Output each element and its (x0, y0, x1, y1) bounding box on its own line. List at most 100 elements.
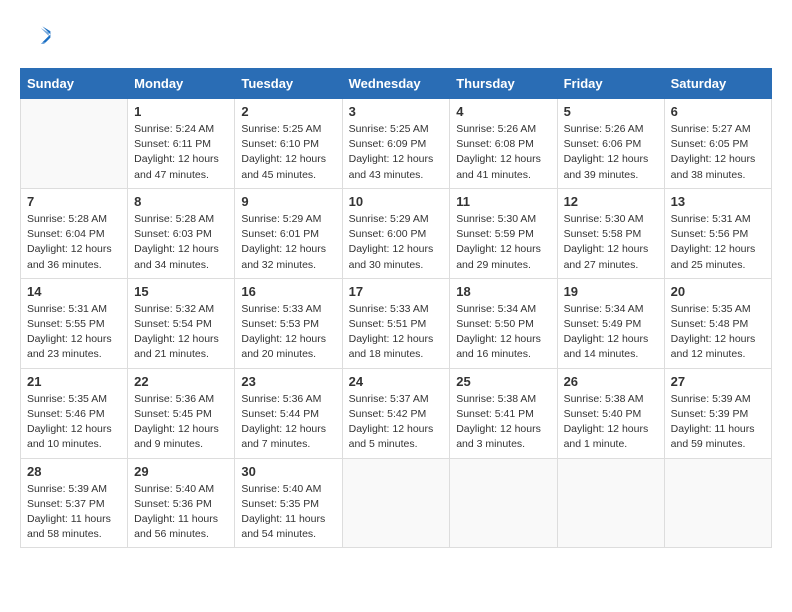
day-number: 19 (564, 284, 658, 299)
day-info: Sunrise: 5:33 AMSunset: 5:53 PMDaylight:… (241, 302, 335, 363)
day-info: Sunrise: 5:35 AMSunset: 5:48 PMDaylight:… (671, 302, 765, 363)
weekday-header-monday: Monday (128, 69, 235, 99)
weekday-header-saturday: Saturday (664, 69, 771, 99)
calendar-cell (342, 458, 450, 548)
day-info: Sunrise: 5:40 AMSunset: 5:36 PMDaylight:… (134, 482, 228, 543)
day-info: Sunrise: 5:34 AMSunset: 5:50 PMDaylight:… (456, 302, 550, 363)
calendar-cell: 6 Sunrise: 5:27 AMSunset: 6:05 PMDaylight… (664, 99, 771, 189)
day-info: Sunrise: 5:32 AMSunset: 5:54 PMDaylight:… (134, 302, 228, 363)
day-info: Sunrise: 5:26 AMSunset: 6:08 PMDaylight:… (456, 122, 550, 183)
day-info: Sunrise: 5:25 AMSunset: 6:09 PMDaylight:… (349, 122, 444, 183)
week-row-2: 14Sunrise: 5:31 AMSunset: 5:55 PMDayligh… (21, 278, 772, 368)
week-row-1: 7 Sunrise: 5:28 AMSunset: 6:04 PMDaylight… (21, 188, 772, 278)
day-number: 18 (456, 284, 550, 299)
calendar-cell (557, 458, 664, 548)
week-row-0: 1 Sunrise: 5:24 AMSunset: 6:11 PMDaylight… (21, 99, 772, 189)
calendar-cell: 7 Sunrise: 5:28 AMSunset: 6:04 PMDaylight… (21, 188, 128, 278)
calendar-cell: 10Sunrise: 5:29 AMSunset: 6:00 PMDayligh… (342, 188, 450, 278)
calendar-header: SundayMondayTuesdayWednesdayThursdayFrid… (21, 69, 772, 99)
calendar-cell (664, 458, 771, 548)
weekday-row: SundayMondayTuesdayWednesdayThursdayFrid… (21, 69, 772, 99)
day-number: 6 (671, 104, 765, 119)
calendar-cell: 8 Sunrise: 5:28 AMSunset: 6:03 PMDaylight… (128, 188, 235, 278)
day-info: Sunrise: 5:29 AMSunset: 6:01 PMDaylight:… (241, 212, 335, 273)
day-info: Sunrise: 5:39 AMSunset: 5:37 PMDaylight:… (27, 482, 121, 543)
day-number: 26 (564, 374, 658, 389)
day-number: 16 (241, 284, 335, 299)
week-row-3: 21Sunrise: 5:35 AMSunset: 5:46 PMDayligh… (21, 368, 772, 458)
calendar-cell: 12 Sunrise: 5:30 AMSunset: 5:58 PMDayligh… (557, 188, 664, 278)
day-number: 12 (564, 194, 658, 209)
day-number: 30 (241, 464, 335, 479)
calendar-cell: 19 Sunrise: 5:34 AMSunset: 5:49 PMDayligh… (557, 278, 664, 368)
weekday-header-sunday: Sunday (21, 69, 128, 99)
day-info: Sunrise: 5:38 AMSunset: 5:40 PMDaylight:… (564, 392, 658, 453)
day-info: Sunrise: 5:36 AMSunset: 5:45 PMDaylight:… (134, 392, 228, 453)
day-number: 17 (349, 284, 444, 299)
weekday-header-wednesday: Wednesday (342, 69, 450, 99)
day-number: 28 (27, 464, 121, 479)
day-info: Sunrise: 5:25 AMSunset: 6:10 PMDaylight:… (241, 122, 335, 183)
calendar-cell: 5 Sunrise: 5:26 AMSunset: 6:06 PMDaylight… (557, 99, 664, 189)
logo-icon (20, 20, 52, 52)
day-info: Sunrise: 5:24 AMSunset: 6:11 PMDaylight:… (134, 122, 228, 183)
day-number: 23 (241, 374, 335, 389)
day-info: Sunrise: 5:34 AMSunset: 5:49 PMDaylight:… (564, 302, 658, 363)
calendar-cell: 24 Sunrise: 5:37 AMSunset: 5:42 PMDayligh… (342, 368, 450, 458)
calendar-cell: 17Sunrise: 5:33 AMSunset: 5:51 PMDayligh… (342, 278, 450, 368)
calendar-cell: 2 Sunrise: 5:25 AMSunset: 6:10 PMDaylight… (235, 99, 342, 189)
day-number: 27 (671, 374, 765, 389)
calendar-cell: 23 Sunrise: 5:36 AMSunset: 5:44 PMDayligh… (235, 368, 342, 458)
day-info: Sunrise: 5:39 AMSunset: 5:39 PMDaylight:… (671, 392, 765, 453)
calendar-cell: 15 Sunrise: 5:32 AMSunset: 5:54 PMDayligh… (128, 278, 235, 368)
calendar-cell: 30 Sunrise: 5:40 AMSunset: 5:35 PMDayligh… (235, 458, 342, 548)
calendar-cell: 25 Sunrise: 5:38 AMSunset: 5:41 PMDayligh… (450, 368, 557, 458)
day-number: 29 (134, 464, 228, 479)
calendar-cell: 4 Sunrise: 5:26 AMSunset: 6:08 PMDaylight… (450, 99, 557, 189)
calendar-cell: 28 Sunrise: 5:39 AMSunset: 5:37 PMDayligh… (21, 458, 128, 548)
day-number: 8 (134, 194, 228, 209)
page-header (20, 20, 772, 52)
calendar-cell: 3 Sunrise: 5:25 AMSunset: 6:09 PMDaylight… (342, 99, 450, 189)
day-info: Sunrise: 5:26 AMSunset: 6:06 PMDaylight:… (564, 122, 658, 183)
day-info: Sunrise: 5:35 AMSunset: 5:46 PMDaylight:… (27, 392, 121, 453)
logo (20, 20, 56, 52)
day-number: 5 (564, 104, 658, 119)
calendar-cell: 1 Sunrise: 5:24 AMSunset: 6:11 PMDaylight… (128, 99, 235, 189)
day-info: Sunrise: 5:38 AMSunset: 5:41 PMDaylight:… (456, 392, 550, 453)
calendar-cell: 20 Sunrise: 5:35 AMSunset: 5:48 PMDayligh… (664, 278, 771, 368)
calendar-cell: 16 Sunrise: 5:33 AMSunset: 5:53 PMDayligh… (235, 278, 342, 368)
day-number: 20 (671, 284, 765, 299)
calendar-cell: 9 Sunrise: 5:29 AMSunset: 6:01 PMDaylight… (235, 188, 342, 278)
day-number: 2 (241, 104, 335, 119)
day-number: 10 (349, 194, 444, 209)
week-row-4: 28 Sunrise: 5:39 AMSunset: 5:37 PMDayligh… (21, 458, 772, 548)
day-number: 7 (27, 194, 121, 209)
day-info: Sunrise: 5:40 AMSunset: 5:35 PMDaylight:… (241, 482, 335, 543)
day-number: 11 (456, 194, 550, 209)
calendar-cell: 22Sunrise: 5:36 AMSunset: 5:45 PMDayligh… (128, 368, 235, 458)
day-number: 1 (134, 104, 228, 119)
calendar-cell: 27 Sunrise: 5:39 AMSunset: 5:39 PMDayligh… (664, 368, 771, 458)
day-info: Sunrise: 5:31 AMSunset: 5:56 PMDaylight:… (671, 212, 765, 273)
calendar-cell: 29 Sunrise: 5:40 AMSunset: 5:36 PMDayligh… (128, 458, 235, 548)
day-number: 15 (134, 284, 228, 299)
calendar-cell: 18 Sunrise: 5:34 AMSunset: 5:50 PMDayligh… (450, 278, 557, 368)
day-info: Sunrise: 5:30 AMSunset: 5:58 PMDaylight:… (564, 212, 658, 273)
weekday-header-thursday: Thursday (450, 69, 557, 99)
calendar-cell (21, 99, 128, 189)
day-number: 9 (241, 194, 335, 209)
day-info: Sunrise: 5:27 AMSunset: 6:05 PMDaylight:… (671, 122, 765, 183)
day-info: Sunrise: 5:37 AMSunset: 5:42 PMDaylight:… (349, 392, 444, 453)
day-number: 4 (456, 104, 550, 119)
day-number: 3 (349, 104, 444, 119)
day-info: Sunrise: 5:28 AMSunset: 6:04 PMDaylight:… (27, 212, 121, 273)
weekday-header-tuesday: Tuesday (235, 69, 342, 99)
day-number: 24 (349, 374, 444, 389)
day-number: 13 (671, 194, 765, 209)
calendar-cell: 11Sunrise: 5:30 AMSunset: 5:59 PMDayligh… (450, 188, 557, 278)
day-number: 25 (456, 374, 550, 389)
calendar-cell (450, 458, 557, 548)
day-info: Sunrise: 5:36 AMSunset: 5:44 PMDaylight:… (241, 392, 335, 453)
day-info: Sunrise: 5:28 AMSunset: 6:03 PMDaylight:… (134, 212, 228, 273)
